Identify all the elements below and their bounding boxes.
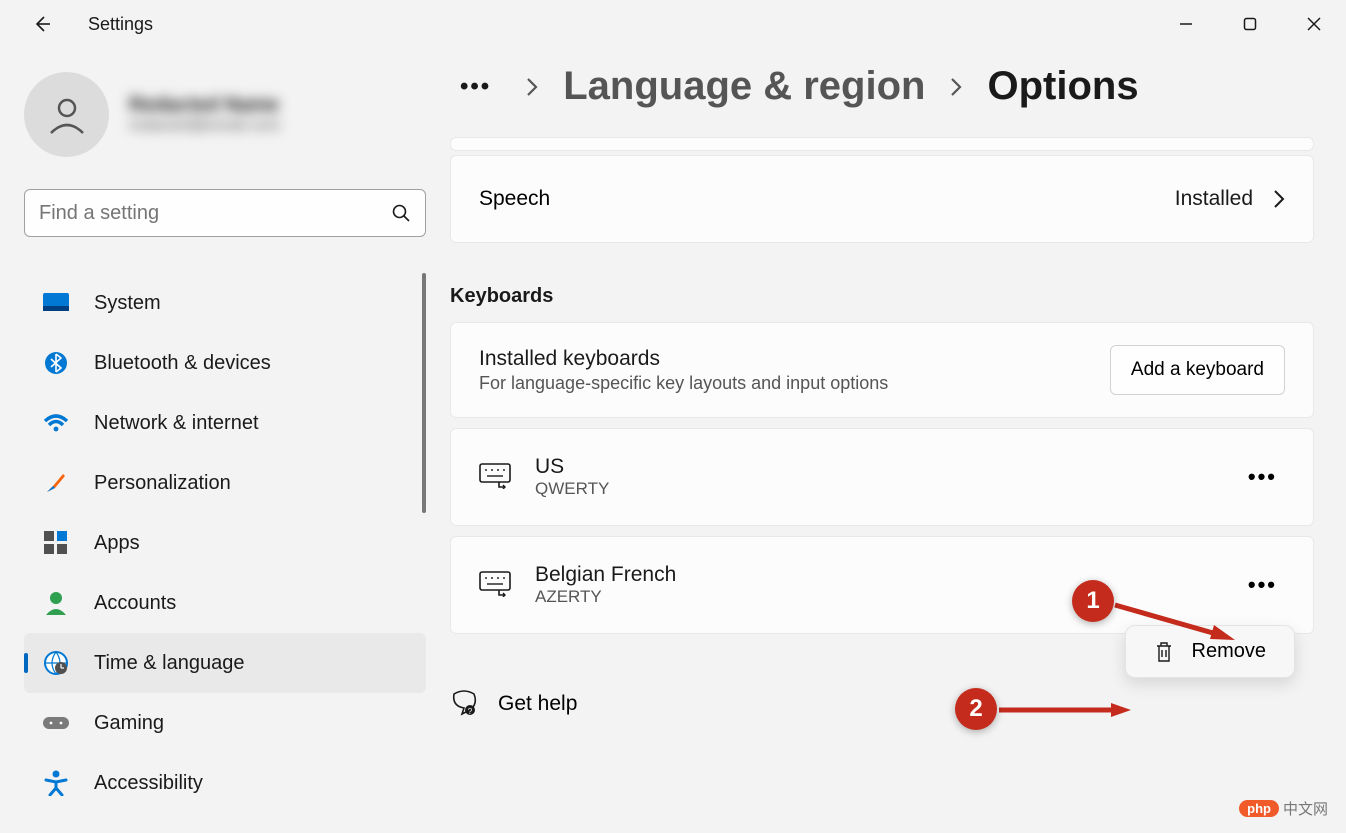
speech-label: Speech [479,187,550,211]
maximize-icon [1243,17,1257,31]
chevron-right-icon [949,76,963,98]
breadcrumb: ••• Language & region Options [450,64,1314,109]
annotation-badge-1: 1 [1072,580,1114,622]
help-label: Get help [498,692,577,716]
bluetooth-icon [42,349,70,377]
sidebar-item-label: Bluetooth & devices [94,352,271,375]
sidebar-item-label: System [94,292,161,315]
sidebar-item-personalization[interactable]: Personalization [24,453,426,513]
search-icon [391,203,411,223]
annotation-arrow-1 [1110,595,1240,645]
accessibility-icon [42,769,70,797]
search-input[interactable] [39,202,391,225]
keyboard-more-button[interactable]: ••• [1240,460,1285,494]
annotation-arrow-2 [997,702,1137,718]
back-button[interactable] [24,6,60,42]
apps-icon [42,529,70,557]
keyboard-more-button[interactable]: ••• [1240,568,1285,602]
sidebar-item-label: Apps [94,532,140,555]
keyboard-icon [479,463,507,491]
sidebar-item-label: Personalization [94,472,231,495]
avatar-icon [45,93,89,137]
sidebar-item-label: Gaming [94,712,164,735]
globe-clock-icon [42,649,70,677]
sidebar-item-gaming[interactable]: Gaming [24,693,426,753]
close-icon [1307,17,1321,31]
nav-list: System Bluetooth & devices Network & int… [24,273,426,813]
keyboard-icon [479,571,507,599]
breadcrumb-language-region[interactable]: Language & region [563,64,925,109]
keyboard-name: Belgian French [535,563,676,587]
keyboard-item-us: US QWERTY ••• [450,428,1314,526]
close-button[interactable] [1282,0,1346,48]
sidebar-item-network[interactable]: Network & internet [24,393,426,453]
keyboard-name: US [535,455,609,479]
sidebar-item-accounts[interactable]: Accounts [24,573,426,633]
speech-card[interactable]: Speech Installed [450,155,1314,243]
sidebar-item-accessibility[interactable]: Accessibility [24,753,426,813]
breadcrumb-current: Options [987,64,1138,109]
watermark-text: 中文网 [1283,798,1328,819]
sidebar-item-label: Accounts [94,592,176,615]
installed-keyboards-subtitle: For language-specific key layouts and in… [479,373,888,394]
user-info: Redacted Name redacted@email.com [129,94,280,135]
speech-right: Installed [1175,187,1285,211]
sidebar-item-label: Network & internet [94,412,259,435]
avatar [24,72,109,157]
previous-card-edge [450,137,1314,151]
paintbrush-icon [42,469,70,497]
help-icon: ? [450,690,478,718]
sidebar-item-system[interactable]: System [24,273,426,333]
installed-keyboards-card: Installed keyboards For language-specifi… [450,322,1314,418]
user-section[interactable]: Redacted Name redacted@email.com [24,72,426,157]
chevron-right-icon [1273,189,1285,209]
keyboard-layout: QWERTY [535,479,609,499]
installed-keyboards-title: Installed keyboards [479,347,888,371]
watermark: php 中文网 [1239,798,1328,819]
titlebar: Settings [0,0,1346,48]
annotation-badge-2: 2 [955,688,997,730]
person-icon [42,589,70,617]
get-help-link[interactable]: ? Get help [450,690,1314,718]
sidebar-item-apps[interactable]: Apps [24,513,426,573]
sidebar-item-time-language[interactable]: Time & language [24,633,426,693]
user-name: Redacted Name [129,94,280,117]
content-area: ••• Language & region Options Speech Ins… [450,48,1346,833]
minimize-icon [1179,17,1193,31]
app-title: Settings [88,14,153,35]
svg-text:?: ? [468,707,473,716]
wifi-icon [42,409,70,437]
add-keyboard-button[interactable]: Add a keyboard [1110,345,1285,395]
keyboard-layout: AZERTY [535,587,676,607]
minimize-button[interactable] [1154,0,1218,48]
speech-status: Installed [1175,187,1253,211]
window-controls [1154,0,1346,48]
system-icon [42,289,70,317]
sidebar-item-bluetooth[interactable]: Bluetooth & devices [24,333,426,393]
sidebar: Redacted Name redacted@email.com System … [0,48,450,833]
chevron-right-icon [525,76,539,98]
breadcrumb-more-button[interactable]: ••• [450,73,501,101]
user-email: redacted@email.com [129,117,280,135]
maximize-button[interactable] [1218,0,1282,48]
keyboards-section-header: Keyboards [450,285,1314,308]
gamepad-icon [42,709,70,737]
arrow-left-icon [32,14,52,34]
search-box[interactable] [24,189,426,237]
sidebar-item-label: Accessibility [94,772,203,795]
watermark-pill: php [1239,800,1279,817]
sidebar-item-label: Time & language [94,652,244,675]
